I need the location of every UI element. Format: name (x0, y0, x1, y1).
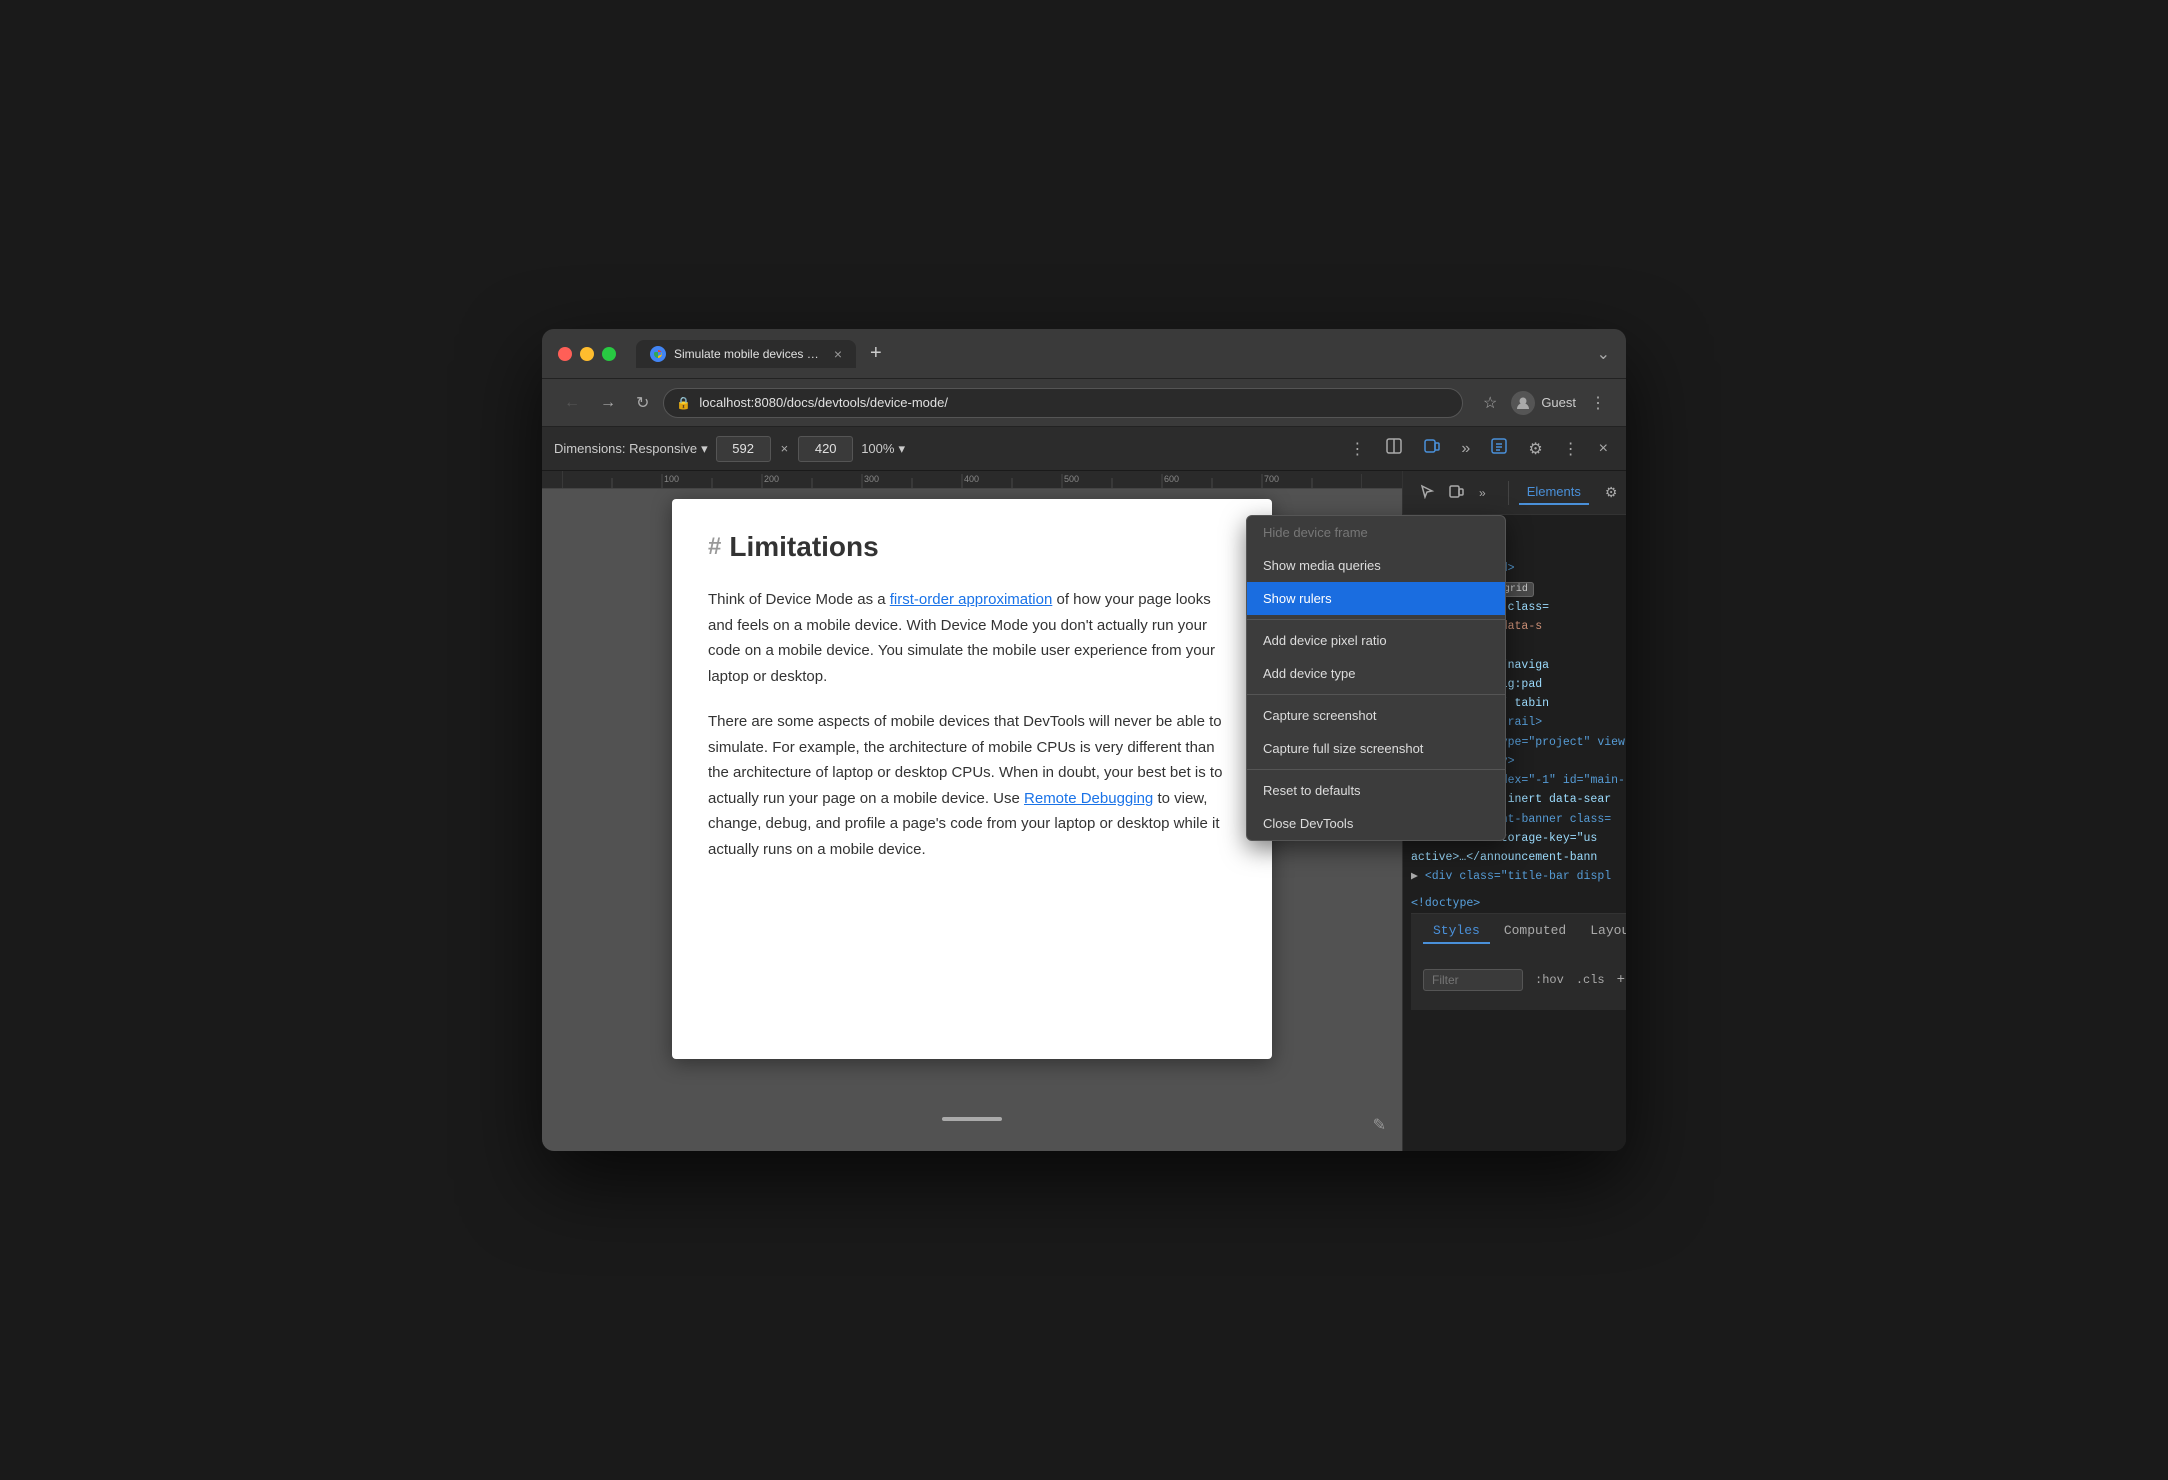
zoom-select[interactable]: 100% ▾ (861, 441, 905, 457)
device-toolbar: Dimensions: Responsive ▾ × 100% ▾ ⋮ » (542, 427, 1626, 471)
dropdown-item-capture-screenshot[interactable]: Capture screenshot (1247, 699, 1505, 732)
user-avatar (1511, 391, 1535, 415)
dropdown-item-close-devtools[interactable]: Close DevTools (1247, 807, 1505, 840)
address-text: localhost:8080/docs/devtools/device-mode… (699, 395, 1450, 410)
dimensions-select[interactable]: Dimensions: Responsive ▾ (554, 441, 708, 457)
nav-right-icons: ☆ Guest ⋮ (1479, 389, 1610, 417)
chrome-menu-button[interactable]: ⋮ (1586, 389, 1610, 417)
svg-text:200: 200 (764, 474, 779, 484)
dimensions-arrow: ▾ (701, 441, 708, 457)
height-input[interactable] (798, 436, 853, 462)
edit-icon: ✎ (1373, 1115, 1386, 1135)
dom-line-18[interactable]: ▶ <div class="title-bar displ (1411, 867, 1626, 886)
new-tab-button[interactable]: + (864, 340, 888, 367)
browser-tab[interactable]: Simulate mobile devices with D × (636, 340, 856, 368)
elements-panel-button[interactable] (1484, 433, 1514, 464)
dropdown-item-show-media-queries[interactable]: Show media queries (1247, 549, 1505, 582)
dropdown-separator-2 (1247, 694, 1505, 695)
devtools-bottom: Styles Computed Layout » :hov .cls + ⊟ ◁ (1411, 913, 1626, 1010)
paragraph-1: Think of Device Mode as a first-order ap… (708, 587, 1236, 689)
dom-line-17: active>…</announcement-bann (1411, 848, 1626, 867)
tab-bar: Simulate mobile devices with D × + (636, 340, 1585, 368)
svg-text:100: 100 (664, 474, 679, 484)
first-order-link[interactable]: first-order approximation (890, 591, 1053, 608)
zoom-arrow: ▾ (898, 441, 905, 457)
dropdown-item-add-pixel-ratio[interactable]: Add device pixel ratio (1247, 624, 1505, 657)
more-tools-button[interactable]: » (1475, 482, 1490, 504)
more-options-button[interactable]: ⋮ (1343, 435, 1371, 463)
ruler-marks: 100 200 300 400 500 600 700 (542, 471, 1362, 488)
tab-favicon (650, 346, 666, 362)
devtools-header: » Elements ⚙ ⋮ × (1403, 471, 1626, 515)
close-traffic-light[interactable] (558, 347, 572, 361)
zoom-label: 100% (861, 441, 894, 456)
svg-text:600: 600 (1164, 474, 1179, 484)
tab-close-button[interactable]: × (834, 346, 842, 362)
minimize-traffic-light[interactable] (580, 347, 594, 361)
add-style-rule-button[interactable]: + (1617, 972, 1625, 988)
tab-computed[interactable]: Computed (1494, 919, 1576, 944)
width-input[interactable] (716, 436, 771, 462)
paragraph-2: There are some aspects of mobile devices… (708, 709, 1236, 862)
ruler-svg: 100 200 300 400 500 600 700 (562, 471, 1362, 488)
dimensions-label: Dimensions: Responsive (554, 441, 697, 456)
close-devtools-button[interactable]: × (1593, 436, 1614, 462)
main-area: 100 200 300 400 500 600 700 # Li (542, 471, 1626, 1151)
dropdown-item-capture-full-screenshot[interactable]: Capture full size screenshot (1247, 732, 1505, 765)
svg-text:300: 300 (864, 474, 879, 484)
tab-layout[interactable]: Layout (1580, 919, 1626, 944)
dropdown-separator-3 (1247, 769, 1505, 770)
dimension-separator: × (781, 441, 789, 456)
remote-debugging-link[interactable]: Remote Debugging (1024, 790, 1153, 807)
more-panels-button[interactable]: » (1455, 436, 1476, 462)
browser-window: Simulate mobile devices with D × + ⌄ ← →… (542, 329, 1626, 1151)
nav-bar: ← → ↻ 🔒 localhost:8080/docs/devtools/dev… (542, 379, 1626, 427)
devtools-settings-button[interactable]: ⚙ (1601, 480, 1622, 505)
dropdown-separator-1 (1247, 619, 1505, 620)
hash-symbol: # (708, 533, 721, 561)
doctype-line: <!doctype> (1411, 895, 1626, 909)
styles-area: :hov .cls + ⊟ ◁ (1411, 950, 1626, 1010)
lock-icon: 🔒 (676, 396, 691, 410)
user-label: Guest (1541, 395, 1576, 410)
heading-text: Limitations (729, 531, 878, 563)
dropdown-item-reset-defaults[interactable]: Reset to defaults (1247, 774, 1505, 807)
inspect-element-button[interactable] (1415, 479, 1439, 506)
page-heading: # Limitations (708, 531, 1236, 563)
traffic-lights (558, 347, 616, 361)
window-controls: ⌄ (1597, 344, 1610, 364)
tab-styles[interactable]: Styles (1423, 919, 1490, 944)
ruler-top: 100 200 300 400 500 600 700 (542, 471, 1402, 489)
dropdown-item-add-device-type[interactable]: Add device type (1247, 657, 1505, 690)
bottom-tabs: Styles Computed Layout » (1411, 914, 1626, 950)
bookmark-button[interactable]: ☆ (1479, 389, 1501, 417)
nav-user[interactable]: Guest (1511, 391, 1576, 415)
maximize-traffic-light[interactable] (602, 347, 616, 361)
dropdown-item-show-rulers[interactable]: Show rulers (1247, 582, 1505, 615)
svg-text:500: 500 (1064, 474, 1079, 484)
inspect-button[interactable] (1379, 433, 1409, 464)
page-content: # Limitations Think of Device Mode as a … (708, 531, 1236, 862)
title-bar: Simulate mobile devices with D × + ⌄ (542, 329, 1626, 379)
device-toggle-button[interactable] (1445, 479, 1469, 506)
forward-button[interactable]: → (594, 390, 622, 416)
refresh-button[interactable]: ↻ (630, 389, 655, 417)
address-bar[interactable]: 🔒 localhost:8080/docs/devtools/device-mo… (663, 388, 1463, 418)
svg-text:400: 400 (964, 474, 979, 484)
back-button[interactable]: ← (558, 390, 586, 416)
dropdown-menu: Hide device frame Show media queries Sho… (1246, 515, 1506, 841)
cls-button[interactable]: .cls (1576, 973, 1605, 987)
hov-button[interactable]: :hov (1535, 973, 1564, 987)
device-frame: # Limitations Think of Device Mode as a … (672, 499, 1272, 1059)
filter-input[interactable] (1423, 969, 1523, 991)
devtools-more-button[interactable]: ⋮ (1557, 435, 1585, 463)
device-mode-button[interactable] (1417, 433, 1447, 464)
dropdown-item-hide-device-frame[interactable]: Hide device frame (1247, 516, 1505, 549)
elements-tab[interactable]: Elements (1519, 480, 1589, 505)
settings-button[interactable]: ⚙ (1522, 435, 1548, 463)
tab-title: Simulate mobile devices with D (674, 347, 826, 361)
para1-before-link: Think of Device Mode as a (708, 591, 890, 608)
svg-text:700: 700 (1264, 474, 1279, 484)
page-divider (942, 1117, 1002, 1121)
